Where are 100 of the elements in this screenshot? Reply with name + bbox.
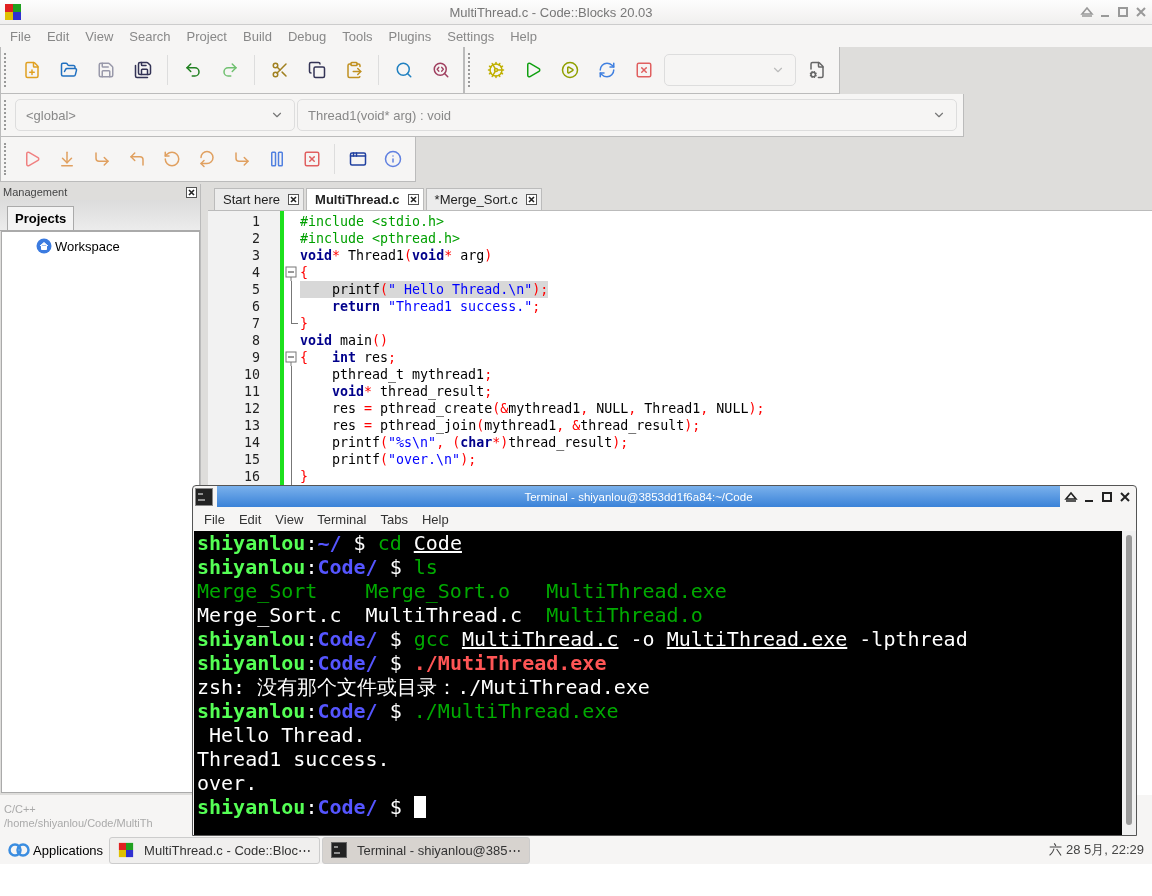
terminal-line: Hello Thread. — [208, 723, 367, 747]
status-language: C/C++ — [4, 801, 36, 816]
applications-button[interactable]: Applications — [4, 842, 108, 858]
terminal-line: shiyanlou:~/ $ cd Code — [197, 531, 463, 555]
line-number: 10 — [244, 366, 261, 383]
code-line: void main() — [300, 332, 389, 349]
step-instruction-icon — [232, 150, 251, 168]
taskbar-task[interactable]: MultiThread.c - Code::Bloc⋯ — [109, 836, 320, 864]
step-out-icon — [162, 150, 181, 168]
line-number: 6 — [252, 298, 261, 315]
terminal-line: shiyanlou:Code/ $ — [197, 795, 1122, 819]
panel-tab[interactable]: Projects — [7, 206, 75, 230]
line-number: 5 — [252, 281, 261, 298]
tree-item[interactable]: Workspace — [55, 238, 120, 254]
open-folder-icon — [59, 61, 78, 79]
line-number: 2 — [252, 230, 261, 247]
menu-item[interactable]: Edit — [231, 511, 269, 527]
close-icon[interactable] — [407, 194, 419, 205]
line-number: 4 — [252, 264, 261, 281]
save-all-icon — [133, 61, 152, 79]
code-line: pthread_t mythread1; — [331, 366, 493, 383]
close-icon[interactable] — [525, 194, 537, 205]
redo-icon — [220, 61, 239, 79]
menu-item[interactable]: Terminal — [310, 511, 374, 527]
code-line: void* Thread1(void* arg) — [300, 247, 493, 264]
close-icon[interactable] — [288, 194, 300, 205]
code-line: printf("over.\n"); — [331, 451, 477, 468]
status-path: /home/shiyanlou/Code/MultiTh — [4, 815, 153, 830]
terminal-line: shiyanlou:Code/ $ ./MultiThread.exe — [197, 699, 620, 723]
code-line: { — [300, 264, 308, 281]
line-number: 12 — [244, 400, 261, 417]
terminal-line: over. — [197, 771, 259, 795]
code-line: } — [300, 315, 308, 332]
info-icon — [383, 150, 402, 168]
line-number: 9 — [252, 349, 261, 366]
search-icon — [394, 61, 413, 79]
code-line: res = pthread_join(mythread1, &thread_result); — [331, 417, 701, 434]
line-number: 11 — [244, 383, 261, 400]
rings-logo-icon — [8, 843, 30, 857]
menu-item[interactable]: Tabs — [373, 511, 415, 527]
line-number: 14 — [244, 434, 261, 451]
code-line: void* thread_result; — [331, 383, 493, 400]
search-replace-icon — [431, 61, 450, 79]
fold-toggle-icon[interactable] — [284, 264, 298, 281]
eject-icon[interactable] — [1064, 489, 1078, 504]
scrollbar-thumb[interactable] — [1126, 535, 1132, 825]
code-line: #include <pthread.h> — [300, 230, 461, 247]
terminal-title: Terminal - shiyanlou@3853dd1f6a84:~/Code — [217, 486, 1060, 507]
debug-window-icon — [348, 150, 367, 168]
editor-tab[interactable]: MultiThread.c — [306, 188, 424, 210]
fold-toggle-icon[interactable] — [284, 349, 298, 366]
taskbar-task[interactable]: Terminal - shiyanlou@385⋯ — [322, 836, 530, 864]
build-run-icon — [560, 61, 579, 79]
editor-tab[interactable]: *Merge_Sort.c — [425, 188, 542, 210]
terminal-icon — [331, 842, 347, 858]
next-line-icon — [92, 150, 111, 168]
stop-icon — [634, 61, 653, 79]
menu-item[interactable]: File — [197, 511, 232, 527]
window-title: MultiThread.c - Code::Blocks 20.03 — [448, 4, 654, 20]
line-number: 15 — [244, 451, 261, 468]
file-gear-icon — [807, 61, 826, 79]
copy-icon — [307, 61, 326, 79]
new-file-icon — [22, 61, 41, 79]
refresh-icon — [597, 61, 616, 79]
terminal-line: Thread1 success. — [197, 747, 391, 771]
code-line: res = pthread_create(&mythread1, NULL, Thread1, NULL); — [331, 400, 765, 417]
menu-item[interactable]: Help — [414, 511, 456, 527]
line-number: 13 — [244, 417, 261, 434]
gear-icon — [486, 61, 505, 79]
line-number: 16 — [244, 468, 261, 485]
clock: 六 28 5月, 22:29 — [1049, 841, 1145, 859]
terminal-line: shiyanlou:Code/ $ gcc MultiThread.c -o MultiThread.exe -lpthread — [197, 627, 969, 651]
terminal-line: shiyanlou:Code/ $ ./MutiThread.exe — [197, 651, 608, 675]
terminal-line: Merge_Sort.c MultiThread.c MultiThread.o — [197, 603, 704, 627]
line-number: 8 — [252, 332, 261, 349]
terminal-line: Merge_Sort Merge_Sort.o MultiThread.exe — [197, 579, 728, 603]
editor-tab[interactable]: Start here — [214, 188, 305, 210]
cubes-logo-icon — [4, 3, 22, 21]
tab-label: Start here — [223, 192, 281, 207]
save-icon — [96, 61, 115, 79]
line-number: 3 — [252, 247, 261, 264]
undo-icon — [183, 61, 202, 79]
close-icon[interactable] — [186, 186, 197, 198]
paste-icon — [344, 61, 363, 79]
home-icon — [36, 238, 52, 254]
maximize-icon[interactable] — [1100, 489, 1114, 504]
menu-item[interactable]: View — [268, 511, 311, 527]
next-instruction-icon — [197, 150, 216, 168]
cubes-logo-icon — [118, 842, 135, 858]
tab-label: MultiThread.c — [315, 192, 400, 207]
close-icon[interactable] — [1118, 489, 1132, 504]
step-into-icon — [127, 150, 146, 168]
code-line: printf("%s\n", (char*)thread_result); — [331, 434, 629, 451]
line-number: 1 — [252, 213, 261, 230]
code-line: #include <stdio.h> — [300, 213, 445, 230]
terminal-line: zsh: 没有那个文件或目录：./MutiThread.exe — [197, 675, 651, 699]
scissors-icon — [270, 61, 289, 79]
text-cursor — [413, 796, 426, 818]
code-line: { int res; — [300, 349, 397, 366]
line-number: 7 — [252, 315, 261, 332]
